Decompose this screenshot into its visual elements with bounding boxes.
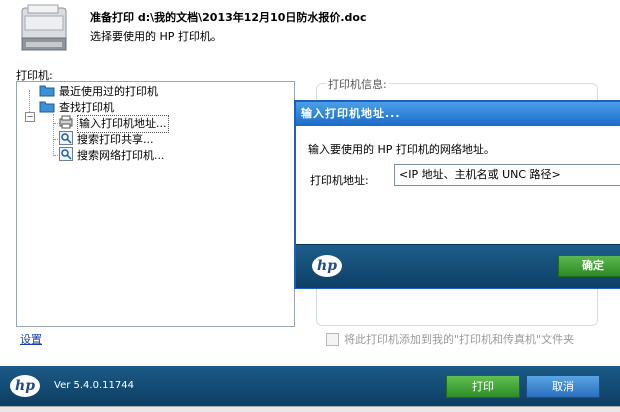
hp-logo: hp (10, 375, 40, 397)
version-text: Ver 5.4.0.11744 (54, 380, 134, 391)
dialog-description: 输入要使用的 HP 打印机的网络地址。 (308, 143, 495, 156)
folder-icon (39, 99, 55, 118)
tree-item-label: 最近使用过的打印机 (59, 85, 158, 98)
page-subtitle: 选择要使用的 HP 打印机。 (90, 30, 222, 43)
printer-tree[interactable]: 最近使用过的打印机 − 查找打印机 输入打印机地址... 搜索打印共享... 搜… (16, 81, 295, 327)
printer-address-input[interactable]: <IP 地址、主机名或 UNC 路径> (394, 164, 620, 186)
enter-address-dialog: 输入打印机地址... 输入要使用的 HP 打印机的网络地址。 打印机地址: <I… (294, 100, 620, 289)
hp-logo: hp (312, 255, 342, 277)
printer-info-label: 打印机信息: (326, 76, 389, 92)
tree-item-recent[interactable]: 最近使用过的打印机 (39, 84, 158, 100)
ok-button[interactable]: 确定 (558, 255, 620, 277)
tree-item-search-network[interactable]: 搜索网络打印机... (59, 146, 165, 166)
collapse-icon[interactable]: − (25, 112, 35, 122)
cancel-button[interactable]: 取消 (526, 375, 600, 398)
printer-icon (20, 4, 68, 54)
tree-item-enter-address[interactable]: 输入打印机地址... (59, 115, 169, 133)
add-to-folder-label: 将此打印机添加到我的"打印机和传真机"文件夹 (344, 333, 575, 346)
background-window-strip (0, 406, 620, 412)
dialog-title: 输入打印机地址... (296, 102, 620, 126)
settings-link[interactable]: 设置 (20, 331, 42, 347)
tree-item-search-shares[interactable]: 搜索打印共享... (59, 130, 154, 148)
tree-item-label: 输入打印机地址... (77, 115, 169, 133)
footer-bar: hp Ver 5.4.0.11744 打印 取消 (0, 366, 620, 406)
add-to-folder-option[interactable]: 将此打印机添加到我的"打印机和传真机"文件夹 (326, 331, 574, 347)
add-to-folder-checkbox[interactable] (326, 332, 339, 346)
dialog-footer: hp 确定 (296, 244, 620, 288)
tree-item-find[interactable]: 查找打印机 (39, 100, 114, 116)
tree-item-label: 搜索打印共享... (77, 133, 154, 146)
search-icon (59, 146, 73, 166)
address-label: 打印机地址: (310, 174, 369, 187)
tree-item-label: 搜索网络打印机... (77, 149, 165, 162)
print-button[interactable]: 打印 (446, 375, 520, 398)
dialog-body: 输入要使用的 HP 打印机的网络地址。 打印机地址: <IP 地址、主机名或 U… (296, 126, 620, 244)
document-title: 准备打印 d:\我的文档\2013年12月10日防水报价.doc (90, 11, 367, 24)
